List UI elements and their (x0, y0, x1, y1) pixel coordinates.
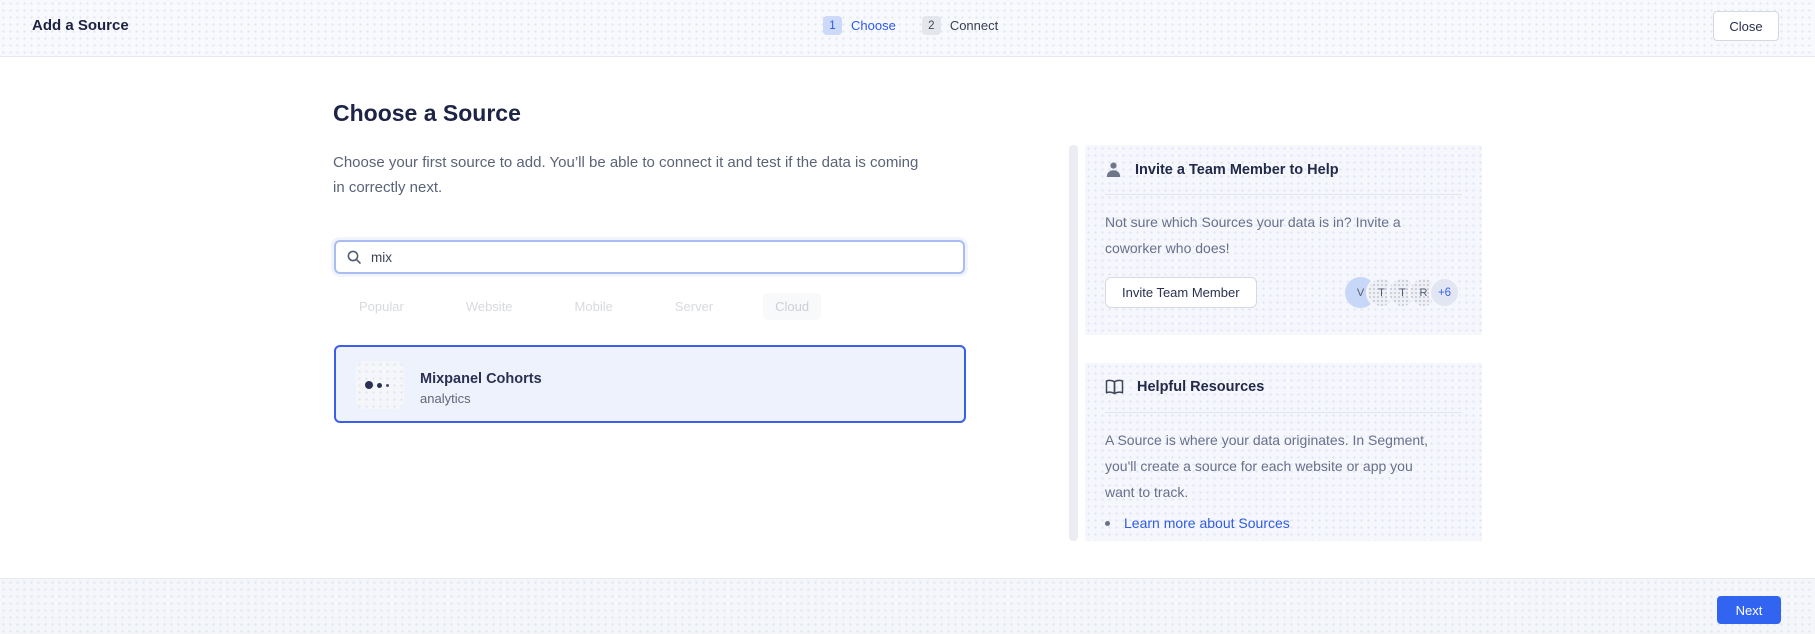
invite-panel-header: Invite a Team Member to Help (1105, 161, 1339, 178)
tab-cloud[interactable]: Cloud (763, 293, 821, 320)
step-connect[interactable]: 2 Connect (922, 16, 998, 35)
stepper: 1 Choose 2 Connect (823, 16, 998, 35)
divider (1105, 412, 1462, 413)
resources-panel-body: A Source is where your data originates. … (1105, 427, 1445, 505)
main-description: Choose your first source to add. You’ll … (333, 150, 923, 200)
category-tabs: Popular Website Mobile Server Cloud (347, 292, 821, 321)
source-search (334, 240, 965, 274)
learn-more-sources-link[interactable]: Learn more about Sources (1124, 515, 1290, 531)
invite-panel-body: Not sure which Sources your data is in? … (1105, 209, 1445, 261)
tab-mobile[interactable]: Mobile (563, 293, 625, 320)
resources-panel-title: Helpful Resources (1137, 379, 1264, 395)
source-name: Mixpanel Cohorts (420, 371, 542, 387)
avatar-overflow-badge: +6 (1429, 277, 1460, 308)
invite-team-member-button[interactable]: Invite Team Member (1105, 277, 1257, 308)
resources-panel-header: Helpful Resources (1105, 379, 1264, 395)
step-choose[interactable]: 1 Choose (823, 16, 896, 35)
close-button[interactable]: Close (1713, 11, 1779, 41)
sidebar-scrollbar[interactable] (1069, 145, 1078, 541)
logo-dot-small (386, 384, 389, 387)
invite-panel-title: Invite a Team Member to Help (1135, 162, 1339, 178)
page-title: Add a Source (32, 17, 129, 34)
logo-dot-medium (377, 383, 382, 388)
divider (1105, 194, 1462, 195)
mixpanel-logo-icon (356, 361, 404, 409)
tab-server[interactable]: Server (663, 293, 725, 320)
avatar-stack: V T T R +6 (1345, 277, 1460, 308)
bullet-icon (1105, 521, 1110, 526)
step-choose-number: 1 (823, 16, 842, 35)
search-input[interactable] (371, 250, 953, 265)
add-source-page: Add a Source 1 Choose 2 Connect Close Ch… (0, 0, 1815, 634)
next-button[interactable]: Next (1717, 596, 1781, 624)
source-category: analytics (420, 391, 471, 406)
logo-dot-large (365, 381, 373, 389)
footer-bar: Next (0, 578, 1815, 634)
magnifier-icon (346, 249, 362, 265)
source-result-card[interactable]: Mixpanel Cohorts analytics (334, 345, 966, 423)
resources-panel: Helpful Resources A Source is where your… (1085, 363, 1482, 541)
header-bar: Add a Source 1 Choose 2 Connect Close (0, 0, 1815, 57)
person-icon (1105, 161, 1122, 178)
step-choose-label: Choose (851, 18, 896, 33)
main-heading: Choose a Source (333, 100, 521, 127)
step-connect-number: 2 (922, 16, 941, 35)
invite-panel: Invite a Team Member to Help Not sure wh… (1085, 145, 1482, 335)
book-icon (1105, 379, 1124, 395)
step-connect-label: Connect (950, 18, 998, 33)
tab-website[interactable]: Website (454, 293, 525, 320)
tab-popular[interactable]: Popular (347, 293, 416, 320)
resources-link-item: Learn more about Sources (1105, 515, 1290, 531)
